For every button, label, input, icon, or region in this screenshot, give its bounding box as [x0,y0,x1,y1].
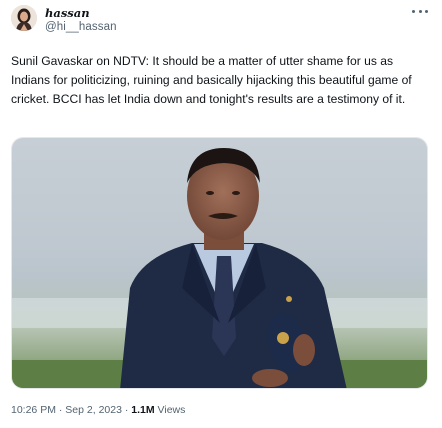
tweet-photo[interactable] [11,137,428,389]
tweet-card: hassan @hi__hassan Sunil Gavaskar on NDT… [0,0,442,428]
more-options-icon[interactable] [412,6,428,16]
tweet-text: Sunil Gavaskar on NDTV: It should be a m… [11,54,412,106]
tweet-metadata: 10:26 PM · Sep 2, 2023 · 1.1M Views [11,404,185,416]
user-handle[interactable]: @hi__hassan [45,21,117,33]
avatar-image [11,5,37,31]
views-label: Views [157,404,186,416]
meta-separator: · [58,404,63,416]
meta-separator: · [124,404,129,416]
display-name[interactable]: hassan [45,6,90,20]
tweet-time[interactable]: 10:26 PM [11,404,56,416]
views-count: 1.1M [131,404,155,416]
avatar[interactable] [11,5,37,31]
tweet-date[interactable]: Sep 2, 2023 [65,404,122,416]
